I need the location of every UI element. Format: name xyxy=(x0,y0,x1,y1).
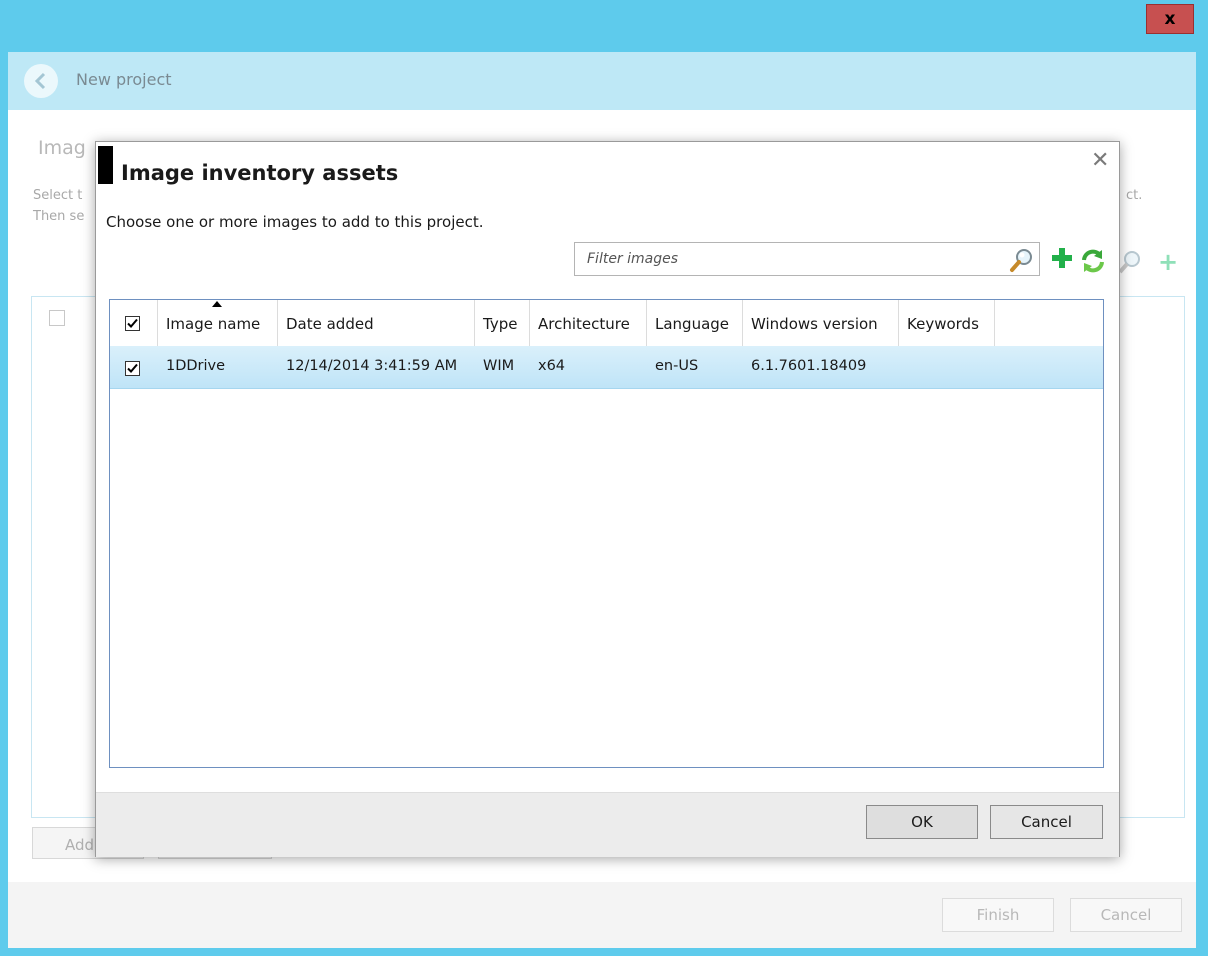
image-inventory-dialog: Image inventory assets ✕ Choose one or m… xyxy=(95,141,1120,857)
row-checkbox[interactable] xyxy=(125,361,140,376)
sort-ascending-icon xyxy=(212,301,222,307)
back-arrow-icon xyxy=(34,72,46,90)
window-close-button[interactable]: x xyxy=(1146,4,1194,34)
wizard-title: New project xyxy=(76,70,172,89)
page-description-tail: ct. xyxy=(1126,188,1143,203)
cancel-button[interactable]: Cancel xyxy=(990,805,1103,839)
finish-button[interactable]: Finish xyxy=(942,898,1054,932)
cell-type: WIM xyxy=(483,358,515,374)
grid-header: Image name Date added Type Architecture … xyxy=(110,300,1103,347)
column-language[interactable]: Language xyxy=(647,300,743,346)
column-label: Image name xyxy=(166,315,261,333)
column-label: Keywords xyxy=(907,315,979,333)
select-all-column xyxy=(110,300,158,346)
column-date-added[interactable]: Date added xyxy=(278,300,475,346)
refresh-icon[interactable] xyxy=(1080,248,1106,278)
dialog-title: Image inventory assets xyxy=(121,161,399,185)
cell-language: en-US xyxy=(655,358,699,374)
add-image-icon[interactable] xyxy=(1049,245,1075,275)
cell-date-added: 12/14/2014 3:41:59 AM xyxy=(286,358,458,374)
column-windows-version[interactable]: Windows version xyxy=(743,300,899,346)
bg-select-all-checkbox[interactable] xyxy=(49,310,65,326)
filter-images-input[interactable] xyxy=(575,243,1007,275)
dialog-accent-marker xyxy=(98,146,113,184)
checkmark-icon xyxy=(127,363,138,373)
page-description-line2: Then se xyxy=(33,209,85,224)
wizard-header: New project xyxy=(8,52,1196,110)
cell-image-name: 1DDrive xyxy=(166,358,226,374)
column-keywords[interactable]: Keywords xyxy=(899,300,995,346)
search-icon[interactable] xyxy=(1009,247,1035,277)
filter-box xyxy=(574,242,1040,276)
back-button[interactable] xyxy=(24,64,58,98)
ok-button[interactable]: OK xyxy=(866,805,978,839)
table-row[interactable]: 1DDrive 12/14/2014 3:41:59 AM WIM x64 en… xyxy=(110,346,1103,389)
column-label: Language xyxy=(655,315,730,333)
images-grid: Image name Date added Type Architecture … xyxy=(109,299,1104,768)
page-heading: Imag xyxy=(38,137,86,159)
column-label: Windows version xyxy=(751,315,878,333)
cell-keywords xyxy=(899,346,907,388)
page-description-line1: Select t xyxy=(33,188,83,203)
bg-search-icon[interactable] xyxy=(1116,248,1144,280)
dialog-close-icon[interactable]: ✕ xyxy=(1091,148,1109,173)
dialog-description: Choose one or more images to add to this… xyxy=(106,213,484,231)
column-label: Type xyxy=(483,315,518,333)
column-architecture[interactable]: Architecture xyxy=(530,300,647,346)
checkmark-icon xyxy=(127,318,138,328)
column-label: Architecture xyxy=(538,315,630,333)
cell-architecture: x64 xyxy=(538,358,566,374)
bg-add-icon[interactable]: + xyxy=(1158,248,1178,276)
column-type[interactable]: Type xyxy=(475,300,530,346)
wizard-cancel-button[interactable]: Cancel xyxy=(1070,898,1182,932)
select-all-checkbox[interactable] xyxy=(125,316,140,331)
cell-windows-version: 6.1.7601.18409 xyxy=(751,358,867,374)
column-label: Date added xyxy=(286,315,374,333)
